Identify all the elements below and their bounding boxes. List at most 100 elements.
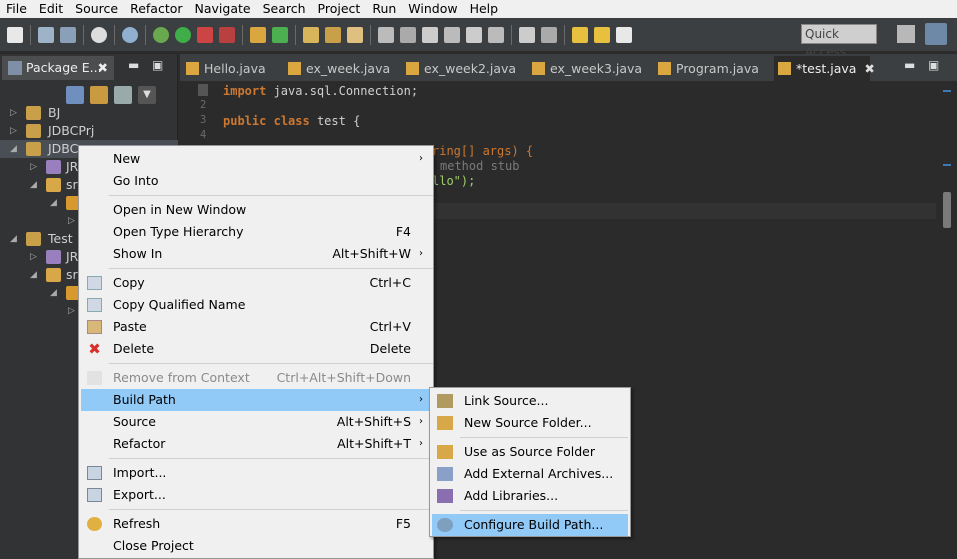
new-icon[interactable] — [7, 26, 23, 43]
menu-item-import[interactable]: Import... — [81, 462, 431, 484]
menu-item-new[interactable]: New › — [81, 148, 431, 170]
quick-access-field[interactable]: Quick Access — [801, 24, 877, 59]
menu-window[interactable]: Window — [402, 0, 463, 18]
expand-icon[interactable]: ▷ — [30, 248, 40, 266]
menu-refactor[interactable]: Refactor — [124, 0, 188, 18]
toggle-mark-icon[interactable] — [422, 26, 438, 43]
paragraph-icon[interactable] — [488, 26, 504, 43]
run-icon[interactable] — [175, 26, 191, 43]
menu-item-link-source[interactable]: Link Source... — [432, 390, 628, 412]
tab-ex-week-java[interactable]: ex_week.java — [284, 56, 402, 81]
minimize-icon[interactable]: ▬ — [128, 58, 139, 72]
new-class-icon[interactable] — [272, 26, 288, 43]
menu-item-refactor[interactable]: Refactor Alt+Shift+T › — [81, 433, 431, 455]
view-menu-icon[interactable]: ▼ — [138, 86, 156, 104]
tab-test-java[interactable]: *test.java ✖ — [774, 56, 875, 81]
minimize-icon[interactable]: ▬ — [904, 58, 915, 72]
menu-item-remove-from-context[interactable]: Remove from Context Ctrl+Alt+Shift+Down — [81, 367, 431, 389]
menu-item-source[interactable]: Source Alt+Shift+S › — [81, 411, 431, 433]
menu-search[interactable]: Search — [257, 0, 312, 18]
expand-icon[interactable]: ▷ — [68, 302, 78, 320]
java-perspective-icon[interactable] — [925, 23, 947, 45]
last-edit-icon[interactable] — [572, 26, 588, 43]
menu-item-open-type-hierarchy[interactable]: Open Type Hierarchy F4 — [81, 221, 431, 243]
menu-item-copy-qualified-name[interactable]: Copy Qualified Name — [81, 294, 431, 316]
close-icon[interactable]: ✖ — [864, 61, 874, 76]
pen-icon[interactable] — [400, 26, 416, 43]
menu-edit[interactable]: Edit — [33, 0, 69, 18]
menu-item-configure-build-path[interactable]: Configure Build Path... — [432, 514, 628, 536]
collapse-icon[interactable]: ◢ — [10, 230, 20, 248]
coverage-icon[interactable] — [197, 26, 213, 43]
code-line[interactable]: ring[] args) { — [432, 144, 533, 158]
menu-source[interactable]: Source — [69, 0, 124, 18]
menu-navigate[interactable]: Navigate — [189, 0, 257, 18]
collapse-icon[interactable]: ◢ — [10, 140, 20, 158]
code-line[interactable]: public class test { — [223, 114, 360, 128]
menu-item-close-project[interactable]: Close Project — [81, 535, 431, 557]
focus-icon[interactable] — [114, 86, 132, 104]
open-task-icon[interactable] — [325, 26, 341, 43]
collapse-icon[interactable]: ◢ — [50, 284, 60, 302]
menu-item-refresh[interactable]: Refresh F5 — [81, 513, 431, 535]
back-icon[interactable] — [594, 26, 610, 43]
menu-item-export[interactable]: Export... — [81, 484, 431, 506]
maximize-icon[interactable]: ▣ — [928, 58, 939, 72]
menu-item-paste[interactable]: Paste Ctrl+V — [81, 316, 431, 338]
expand-icon[interactable]: ▷ — [10, 104, 20, 122]
menu-run[interactable]: Run — [366, 0, 402, 18]
menu-item-open-in-new-window[interactable]: Open in New Window — [81, 199, 431, 221]
overview-marker[interactable] — [943, 90, 951, 92]
code-line[interactable]: llo"); — [432, 174, 475, 188]
expand-icon[interactable]: ▷ — [30, 158, 40, 176]
tab-ex-week2-java[interactable]: ex_week2.java — [402, 56, 526, 81]
close-icon[interactable]: ✖ — [98, 56, 108, 80]
show-whitespace-icon[interactable] — [466, 26, 482, 43]
menu-file[interactable]: File — [0, 0, 33, 18]
menu-item-build-path[interactable]: Build Path › — [81, 389, 431, 411]
external-tools-icon[interactable] — [219, 26, 235, 43]
link-with-editor-icon[interactable] — [90, 86, 108, 104]
maximize-icon[interactable]: ▣ — [152, 58, 163, 72]
fold-icon[interactable] — [198, 84, 208, 96]
save-icon[interactable] — [38, 26, 54, 43]
expand-icon[interactable]: ▷ — [68, 212, 78, 230]
open-perspective-icon[interactable] — [897, 25, 915, 43]
editor-scrollbar-thumb[interactable] — [943, 192, 951, 228]
annotation-icon[interactable] — [378, 26, 394, 43]
menu-item-use-as-source-folder[interactable]: Use as Source Folder — [432, 441, 628, 463]
user-icon[interactable] — [91, 26, 107, 43]
debug-icon[interactable] — [153, 26, 169, 43]
menu-item-go-into[interactable]: Go Into — [81, 170, 431, 192]
tab-program-java[interactable]: Program.java — [654, 56, 772, 81]
collapse-icon[interactable]: ◢ — [50, 194, 60, 212]
block-select-icon[interactable] — [444, 26, 460, 43]
tab-hello-java[interactable]: Hello.java — [182, 56, 284, 81]
menu-help[interactable]: Help — [464, 0, 505, 18]
tab-ex-week3-java[interactable]: ex_week3.java — [528, 56, 652, 81]
menu-item-add-libraries[interactable]: Add Libraries... — [432, 485, 628, 507]
expand-icon[interactable]: ▷ — [10, 122, 20, 140]
collapse-icon[interactable]: ◢ — [30, 266, 40, 284]
next-annotation-icon[interactable] — [519, 26, 535, 43]
menu-item-new-source-folder[interactable]: New Source Folder... — [432, 412, 628, 434]
new-package-icon[interactable] — [250, 26, 266, 43]
skip-breakpoints-icon[interactable] — [122, 26, 138, 43]
menu-item-copy[interactable]: Copy Ctrl+C — [81, 272, 431, 294]
tree-item[interactable]: ▷ JDBCPrj — [0, 122, 178, 140]
save-all-icon[interactable] — [60, 26, 76, 43]
code-line[interactable]: import java.sql.Connection; — [223, 84, 418, 98]
collapse-all-icon[interactable] — [66, 86, 84, 104]
menu-item-add-external-archives[interactable]: Add External Archives... — [432, 463, 628, 485]
menu-item-delete[interactable]: ✖ Delete Delete — [81, 338, 431, 360]
menu-item-show-in[interactable]: Show In Alt+Shift+W › — [81, 243, 431, 265]
menu-project[interactable]: Project — [312, 0, 367, 18]
package-explorer-tab[interactable]: Package E... ✖ — [2, 56, 114, 80]
tree-item[interactable]: ▷ BJ — [0, 104, 178, 122]
search-tool-icon[interactable] — [347, 26, 363, 43]
forward-icon[interactable] — [616, 26, 632, 43]
open-type-icon[interactable] — [303, 26, 319, 43]
prev-annotation-icon[interactable] — [541, 26, 557, 43]
collapse-icon[interactable]: ◢ — [30, 176, 40, 194]
overview-marker[interactable] — [943, 164, 951, 166]
